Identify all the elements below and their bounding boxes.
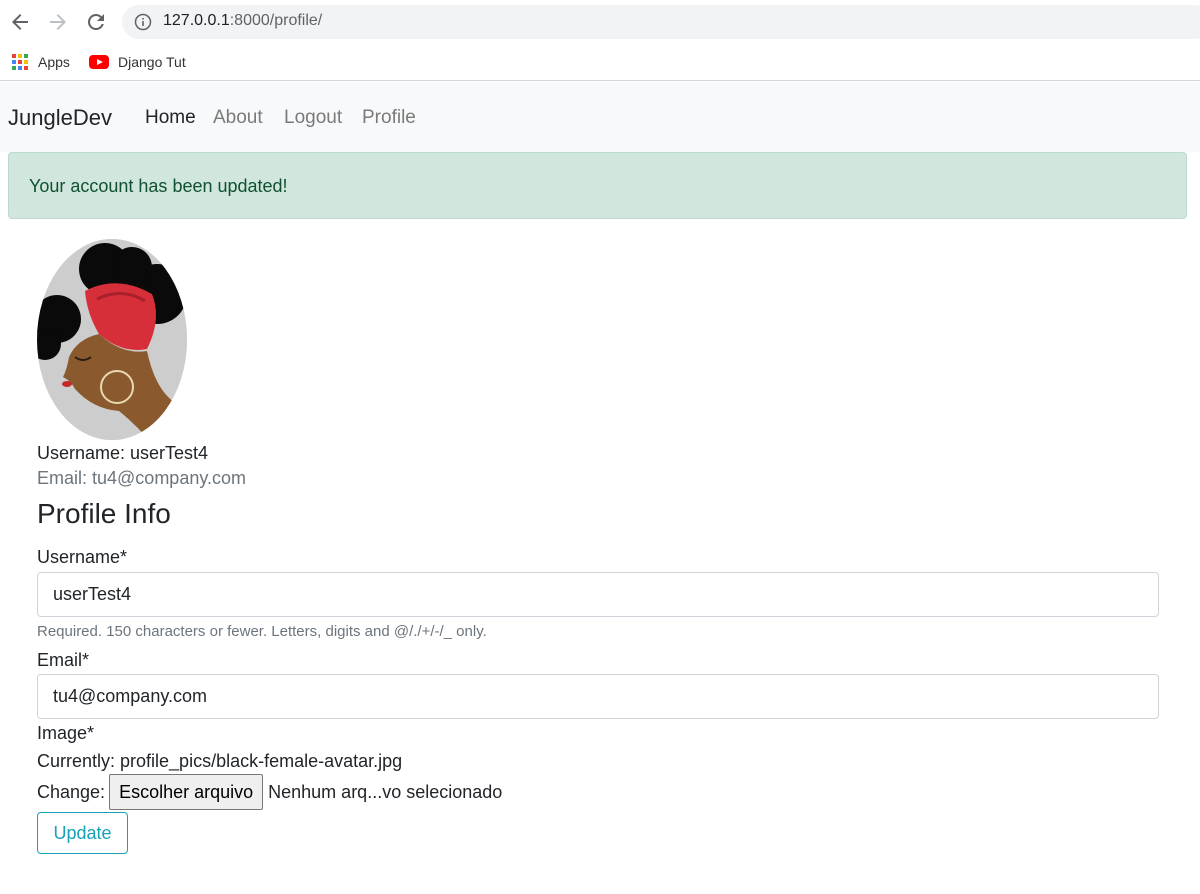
form-legend: Profile Info [37,498,171,529]
alert-message: Your account has been updated! [29,176,288,196]
email-label: Email* [37,650,90,670]
site-info-icon[interactable] [134,13,152,31]
nav-about[interactable]: About [213,107,263,129]
username-help-text: Required. 150 characters or fewer. Lette… [37,623,487,640]
update-button[interactable]: Update [37,812,128,854]
file-status-text: Nenhum arq...vo selecionado [268,781,503,802]
browser-toolbar: 127.0.0.1:8000/profile/ [0,0,1200,44]
address-bar[interactable]: 127.0.0.1:8000/profile/ [122,5,1200,39]
nav-logout[interactable]: Logout [284,107,342,129]
email-input[interactable] [37,674,1159,719]
reload-icon[interactable] [84,10,108,34]
youtube-icon [89,55,109,69]
bookmark-label: Apps [38,54,70,70]
url-text: 127.0.0.1:8000/profile/ [163,12,323,29]
profile-avatar [37,239,187,440]
bookmarks-bar: Apps Django Tut [0,44,1200,81]
account-username: Username: userTest4 [37,443,209,463]
success-alert: Your account has been updated! [8,152,1187,219]
current-image-text: Currently: profile_pics/black-female-ava… [37,751,403,771]
nav-home[interactable]: Home [145,107,196,129]
site-navbar: JungleDev Home About Logout Profile [0,82,1200,152]
bookmark-django-tut[interactable]: Django Tut [89,52,186,72]
choose-file-button[interactable]: Escolher arquivo [109,774,264,810]
forward-arrow-icon[interactable] [46,10,70,34]
nav-profile[interactable]: Profile [362,107,416,129]
back-arrow-icon[interactable] [8,10,32,34]
brand-link[interactable]: JungleDev [8,105,112,131]
image-change-row: Change: Escolher arquivo Nenhum arq...vo… [37,774,502,810]
bookmark-label: Django Tut [118,54,186,70]
apps-grid-icon [12,54,28,70]
account-email: Email: tu4@company.com [37,468,247,488]
image-label: Image* [37,723,95,743]
female-avatar-icon [37,239,187,440]
change-label: Change: [37,781,106,802]
username-input[interactable] [37,572,1159,617]
bookmark-apps[interactable]: Apps [12,52,70,72]
username-label: Username* [37,547,128,567]
